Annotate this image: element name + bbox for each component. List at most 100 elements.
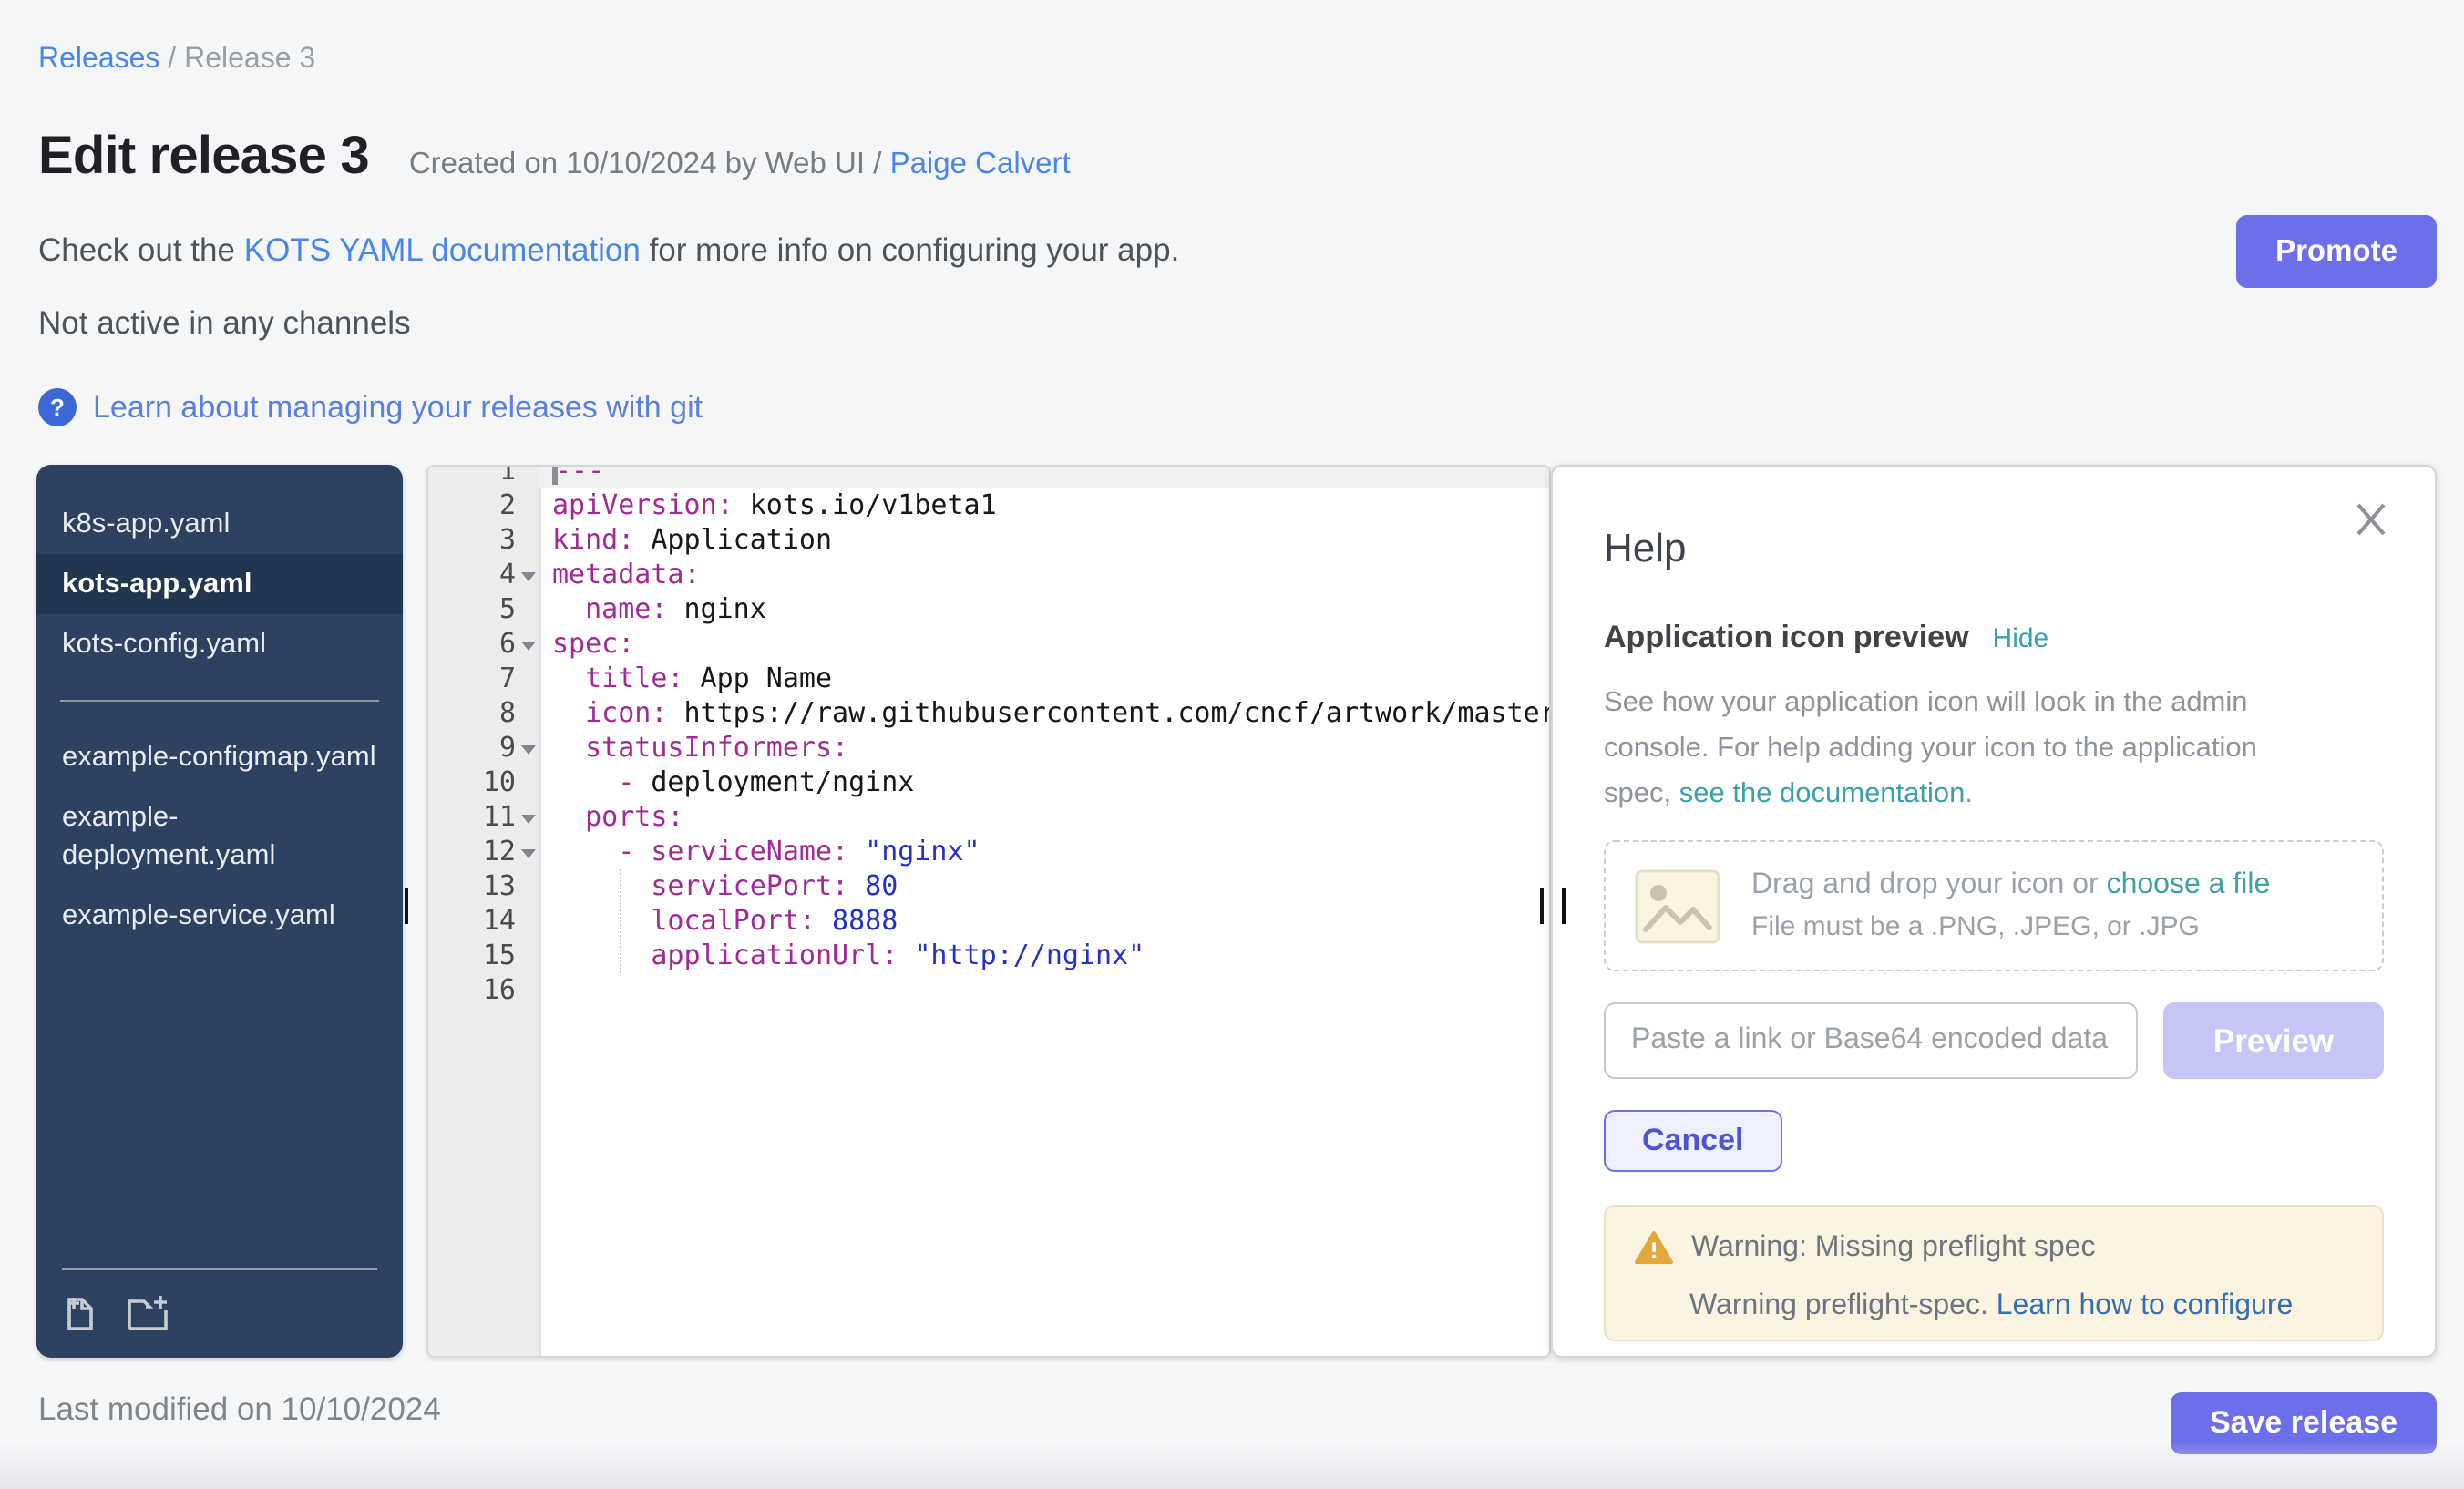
panel-resize-handle[interactable] xyxy=(1540,888,1566,924)
code-line-content: statusInformers: xyxy=(539,731,1549,765)
code-line-5[interactable]: 5 name: nginx xyxy=(428,592,1549,627)
icon-preview-description: See how your application icon will look … xyxy=(1604,680,2318,816)
code-line-9[interactable]: 9 statusInformers: xyxy=(428,731,1549,765)
description-period: . xyxy=(1965,778,1973,809)
line-number: 16 xyxy=(428,973,539,1008)
warning-detail: Warning preflight-spec. xyxy=(1689,1290,1997,1321)
promote-button[interactable]: Promote xyxy=(2236,215,2437,288)
code-line-16[interactable]: 16 xyxy=(428,973,1549,1008)
created-info: Created on 10/10/2024 by Web UI / Paige … xyxy=(409,148,1071,182)
code-line-content: apiVersion: kots.io/v1beta1 xyxy=(539,488,1549,523)
code-line-4[interactable]: 4metadata: xyxy=(428,558,1549,592)
kots-yaml-doc-link[interactable]: KOTS YAML documentation xyxy=(244,231,641,268)
intro-text: Check out the KOTS YAML documentation fo… xyxy=(38,231,1179,270)
breadcrumb-current: Release 3 xyxy=(184,44,315,75)
fold-icon[interactable] xyxy=(521,642,536,658)
line-number: 11 xyxy=(428,800,539,835)
code-line-content: --- xyxy=(539,465,1549,488)
dropzone-text: Drag and drop your icon or xyxy=(1751,869,2107,900)
file-list: k8s-app.yamlkots-app.yamlkots-config.yam… xyxy=(36,465,403,946)
code-line-2[interactable]: 2apiVersion: kots.io/v1beta1 xyxy=(428,488,1549,523)
breadcrumb-releases-link[interactable]: Releases xyxy=(38,44,159,75)
fold-icon[interactable] xyxy=(521,815,536,831)
code-line-11[interactable]: 11 ports: xyxy=(428,800,1549,835)
see-documentation-link[interactable]: see the documentation xyxy=(1679,778,1966,809)
git-help-link[interactable]: Learn about managing your releases with … xyxy=(93,389,703,426)
channel-status: Not active in any channels xyxy=(38,304,411,343)
code-line-content: localPort: 8888 xyxy=(539,904,1549,939)
sidebar-footer-divider xyxy=(62,1268,377,1270)
code-line-12[interactable]: 12 - serviceName: "nginx" xyxy=(428,835,1549,869)
icon-dropzone[interactable]: Drag and drop your icon or choose a file… xyxy=(1604,840,2384,971)
code-line-15[interactable]: 15 applicationUrl: "http://nginx" xyxy=(428,939,1549,973)
indent-guide xyxy=(620,869,621,973)
code-line-content: - deployment/nginx xyxy=(539,765,1549,800)
sidebar-file-kots-config.yaml[interactable]: kots-config.yaml xyxy=(36,614,403,674)
fold-icon[interactable] xyxy=(521,745,536,762)
sidebar-footer xyxy=(36,1268,403,1358)
cancel-button[interactable]: Cancel xyxy=(1604,1110,1782,1172)
git-help-row: ? Learn about managing your releases wit… xyxy=(38,388,703,426)
sidebar-resize-handle[interactable] xyxy=(404,888,429,924)
sidebar-file-example-service.yaml[interactable]: example-service.yaml xyxy=(36,886,403,946)
code-line-8[interactable]: 8 icon: https://raw.githubusercontent.co… xyxy=(428,696,1549,731)
fold-icon[interactable] xyxy=(521,849,536,866)
icon-preview-section-title: Application icon preview xyxy=(1604,620,1969,656)
code-line-content: - serviceName: "nginx" xyxy=(539,835,1549,869)
new-file-icon[interactable] xyxy=(62,1292,100,1332)
line-number: 6 xyxy=(428,627,539,662)
code-line-content: kind: Application xyxy=(539,523,1549,558)
warning-configure-link[interactable]: Learn how to configure xyxy=(1997,1290,2294,1321)
sidebar-file-example-deployment.yaml[interactable]: example-deployment.yaml xyxy=(36,787,403,886)
icon-url-input[interactable] xyxy=(1604,1002,2138,1079)
sidebar-file-k8s-app.yaml[interactable]: k8s-app.yaml xyxy=(36,494,403,554)
file-sidebar: k8s-app.yamlkots-app.yamlkots-config.yam… xyxy=(36,465,403,1358)
created-text: Created on 10/10/2024 by Web UI / xyxy=(409,148,890,180)
sidebar-divider xyxy=(60,700,379,702)
code-line-7[interactable]: 7 title: App Name xyxy=(428,662,1549,696)
last-modified-text: Last modified on 10/10/2024 xyxy=(38,1391,441,1429)
breadcrumb: Releases / Release 3 xyxy=(38,44,315,77)
code-line-14[interactable]: 14 localPort: 8888 xyxy=(428,904,1549,939)
warning-title: Warning: Missing preflight spec xyxy=(1691,1231,2095,1264)
line-number: 12 xyxy=(428,835,539,869)
code-editor[interactable]: 1---2apiVersion: kots.io/v1beta13kind: A… xyxy=(426,465,1551,1358)
hide-link[interactable]: Hide xyxy=(1993,623,2049,654)
page-title: Edit release 3 xyxy=(38,128,369,188)
code-line-content: servicePort: 80 xyxy=(539,869,1549,904)
release-editor-page: Releases / Release 3 Edit release 3 Crea… xyxy=(0,0,2464,1489)
code-line-content: title: App Name xyxy=(539,662,1549,696)
help-panel: Help Application icon preview Hide See h… xyxy=(1551,465,2437,1358)
fold-icon[interactable] xyxy=(521,572,536,589)
image-placeholder-icon xyxy=(1635,868,1720,943)
warning-icon xyxy=(1635,1230,1673,1265)
line-number: 1 xyxy=(428,465,539,488)
preview-button[interactable]: Preview xyxy=(2163,1002,2384,1079)
code-line-13[interactable]: 13 servicePort: 80 xyxy=(428,869,1549,904)
created-author-link[interactable]: Paige Calvert xyxy=(890,148,1071,180)
code-line-3[interactable]: 3kind: Application xyxy=(428,523,1549,558)
save-release-button[interactable]: Save release xyxy=(2171,1392,2437,1454)
new-folder-icon[interactable] xyxy=(126,1292,173,1332)
sidebar-file-example-configmap.yaml[interactable]: example-configmap.yaml xyxy=(36,727,403,787)
line-number: 10 xyxy=(428,765,539,800)
code-line-content: applicationUrl: "http://nginx" xyxy=(539,939,1549,973)
choose-file-link[interactable]: choose a file xyxy=(2107,869,2271,900)
code-line-content: icon: https://raw.githubusercontent.com/… xyxy=(539,696,1549,731)
intro-before: Check out the xyxy=(38,231,244,268)
code-line-6[interactable]: 6spec: xyxy=(428,627,1549,662)
preflight-warning-box: Warning: Missing preflight spec Warning … xyxy=(1604,1205,2384,1341)
intro-after: for more info on configuring your app. xyxy=(641,231,1179,268)
sidebar-file-kots-app.yaml[interactable]: kots-app.yaml xyxy=(36,554,403,614)
close-icon[interactable] xyxy=(2347,496,2395,543)
code-line-1[interactable]: 1--- xyxy=(428,465,1549,488)
line-number: 4 xyxy=(428,558,539,592)
code-line-10[interactable]: 10 - deployment/nginx xyxy=(428,765,1549,800)
line-number: 7 xyxy=(428,662,539,696)
line-number: 9 xyxy=(428,731,539,765)
line-number: 8 xyxy=(428,696,539,731)
code-line-content: ports: xyxy=(539,800,1549,835)
code-line-content xyxy=(539,973,1549,1008)
code-line-content: spec: xyxy=(539,627,1549,662)
breadcrumb-separator: / xyxy=(159,44,184,75)
